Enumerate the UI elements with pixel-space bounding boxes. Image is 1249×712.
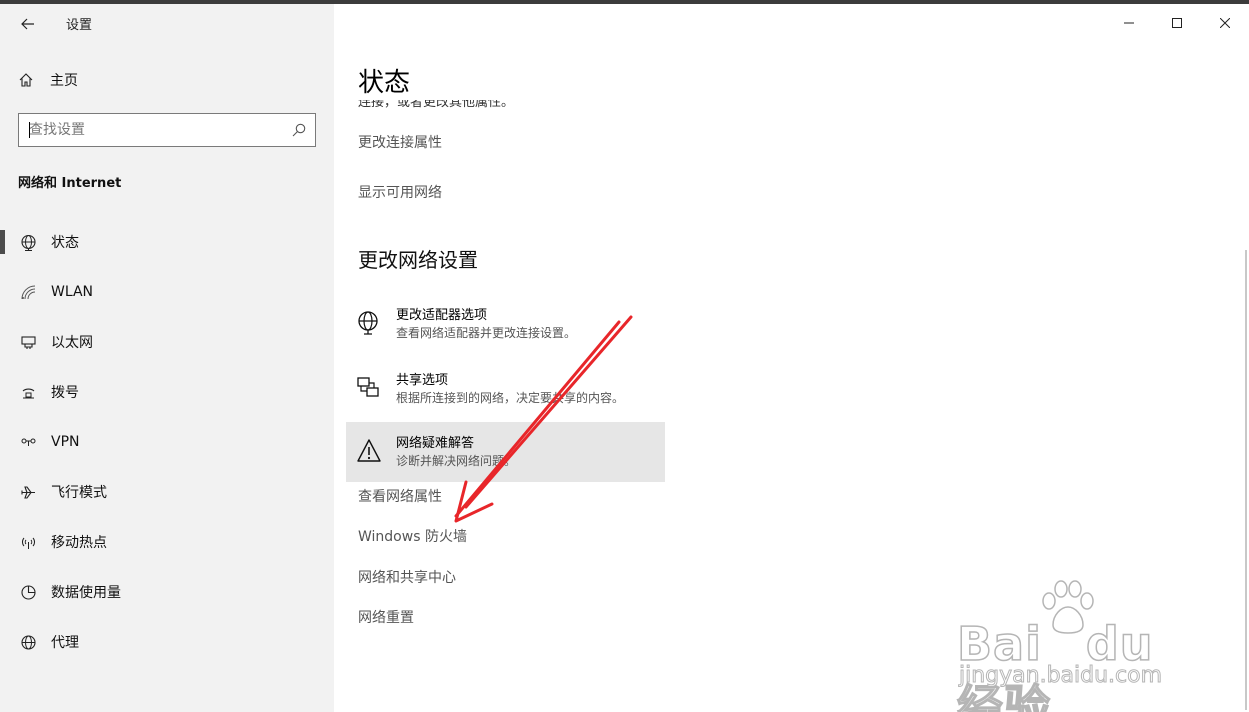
option-subtitle: 查看网络适配器并更改连接设置。 [396, 326, 577, 340]
option-title: 共享选项 [396, 373, 449, 388]
section-heading: 更改网络设置 [358, 248, 478, 272]
sidebar-item-label: 移动热点 [51, 535, 107, 551]
search-input[interactable] [19, 114, 289, 146]
sidebar-item-ethernet[interactable]: 以太网 [0, 317, 334, 367]
link-view-network-properties[interactable]: 查看网络属性 [358, 486, 442, 506]
close-button[interactable] [1202, 8, 1248, 38]
page-title: 状态 [358, 68, 411, 98]
baidu-watermark: Bai du 经验 jingyan.baidu.com [955, 579, 1185, 712]
app-title: 设置 [66, 18, 93, 33]
option-title: 更改适配器选项 [396, 308, 488, 323]
maximize-button[interactable] [1154, 8, 1200, 38]
minimize-icon [1124, 22, 1134, 24]
sidebar-item-airplane[interactable]: 飞行模式 [0, 467, 334, 517]
link-network-sharing-center[interactable]: 网络和共享中心 [358, 567, 456, 587]
home-label: 主页 [50, 73, 78, 89]
sidebar-item-status[interactable]: 状态 [0, 217, 334, 267]
vpn-icon [18, 432, 38, 452]
search-box[interactable] [18, 113, 316, 147]
watermark-url: jingyan.baidu.com [958, 663, 1163, 689]
sidebar-item-dialup[interactable]: 拨号 [0, 367, 334, 417]
sidebar-nav: 状态 WLAN 以太网 拨号 VPN 飞行模式 移动热点 数据使用量 代理 [0, 217, 334, 667]
warning-icon [357, 439, 381, 462]
sidebar-item-label: VPN [51, 434, 80, 450]
sidebar-item-home[interactable]: 主页 [18, 68, 78, 92]
clipped-description: 连接，或者更改其他属性。 [358, 100, 514, 108]
sidebar-item-label: 以太网 [51, 335, 93, 351]
option-sharing[interactable]: 共享选项 根据所连接到的网络，决定要共享的内容。 [346, 359, 665, 419]
adapter-globe-icon [358, 311, 378, 335]
sidebar-item-data-usage[interactable]: 数据使用量 [0, 567, 334, 617]
home-icon [19, 73, 33, 87]
sidebar-item-label: 飞行模式 [51, 485, 107, 501]
option-subtitle: 根据所连接到的网络，决定要共享的内容。 [396, 391, 625, 405]
minimize-button[interactable] [1106, 8, 1152, 38]
link-change-connection-properties[interactable]: 更改连接属性 [358, 132, 442, 152]
dialup-icon [18, 382, 38, 402]
globe-status-icon [18, 232, 38, 252]
option-subtitle: 诊断并解决网络问题。 [396, 454, 517, 468]
clipped-text: 连接，或者更改其他属性。 [358, 100, 515, 108]
scrollbar[interactable] [1245, 250, 1247, 710]
ethernet-icon [18, 332, 38, 352]
settings-window: 设置 主页 网络和 Internet 状态 WLAN 以太网 [0, 4, 1249, 712]
sidebar-item-label: 代理 [51, 635, 79, 651]
airplane-icon [18, 482, 38, 502]
link-network-reset[interactable]: 网络重置 [358, 607, 414, 627]
option-title: 网络疑难解答 [396, 436, 475, 451]
sidebar-item-label: 数据使用量 [51, 585, 121, 601]
option-adapter[interactable]: 更改适配器选项 查看网络适配器并更改连接设置。 [346, 294, 665, 354]
link-windows-firewall[interactable]: Windows 防火墙 [358, 526, 467, 546]
text-caret [29, 122, 30, 138]
search-icon[interactable] [291, 122, 307, 138]
sidebar-item-hotspot[interactable]: 移动热点 [0, 517, 334, 567]
section-title: 网络和 Internet [18, 176, 122, 191]
sidebar-item-label: WLAN [51, 284, 94, 300]
sidebar-item-label: 拨号 [51, 385, 79, 401]
back-button[interactable] [12, 8, 44, 40]
sharing-icon [357, 377, 379, 397]
maximize-icon [1172, 18, 1182, 28]
close-icon [1220, 18, 1230, 28]
sidebar-item-vpn[interactable]: VPN [0, 417, 334, 467]
wifi-icon [18, 282, 38, 302]
sidebar-item-wlan[interactable]: WLAN [0, 267, 334, 317]
option-troubleshoot[interactable]: 网络疑难解答 诊断并解决网络问题。 [346, 422, 665, 482]
hotspot-icon [18, 532, 38, 552]
globe-icon [18, 632, 38, 652]
sidebar: 设置 主页 网络和 Internet 状态 WLAN 以太网 [0, 4, 334, 712]
sidebar-item-label: 状态 [51, 235, 79, 251]
data-usage-icon [18, 582, 38, 602]
link-show-available-networks[interactable]: 显示可用网络 [358, 182, 442, 202]
back-arrow-icon [21, 18, 34, 30]
sidebar-item-proxy[interactable]: 代理 [0, 617, 334, 667]
